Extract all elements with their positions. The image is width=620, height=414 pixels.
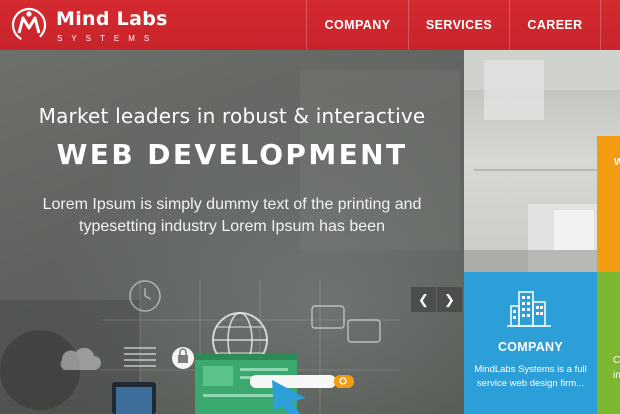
hero-title: WEB DEVELOPMENT [56,138,408,171]
nav-label: CAREER [527,18,583,32]
nav-label: COMPANY [324,18,391,32]
nav-label: SERVICES [425,18,493,32]
hero-description: Lorem Ipsum is simply dummy text of the … [42,196,422,235]
nav-services[interactable]: SERVICES [408,0,509,50]
company-tile[interactable]: COMPANY MindLabs Systems is a full servi… [464,272,597,414]
nav-company[interactable]: COMPANY [306,0,408,50]
hero-tagline: Market leaders in robust & interactive [38,104,426,128]
building-icon [507,291,551,327]
nav-career[interactable]: CAREER [509,0,600,50]
mind-labs-logo-icon [11,7,47,43]
arrow-right-icon: ❯ [444,291,455,307]
slider-prev-button[interactable]: ❮ [411,287,436,312]
slider-next-button[interactable]: ❯ [437,287,462,312]
nav-more[interactable] [600,0,620,50]
hero-banner: Market leaders in robust & interactive W… [0,50,464,414]
arrow-left-icon: ❮ [418,291,429,307]
tile-orange-partial-text: W [614,157,620,168]
header-bar: Mind Labs SYSTEMS COMPANY SERVICES CAREE… [0,0,620,50]
service-tile-green[interactable] [597,272,620,414]
tile-green-partial-text-1: C [613,355,620,366]
brand-subtitle: SYSTEMS [57,34,159,43]
company-tile-title: COMPANY [497,340,564,354]
brand-name: Mind Labs [56,8,168,30]
logo[interactable]: Mind Labs SYSTEMS [10,6,167,46]
tile-green-partial-text-2: in [613,370,620,381]
company-tile-description: MindLabs Systems is a full service web d… [474,364,587,389]
